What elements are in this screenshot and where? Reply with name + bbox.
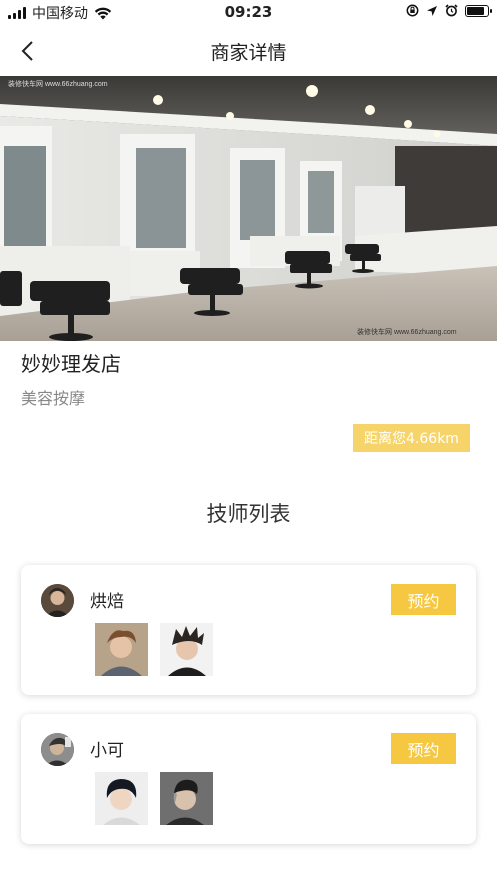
avatar <box>41 733 74 766</box>
lock-rotation-icon <box>406 4 419 17</box>
work-photo[interactable] <box>160 623 213 676</box>
technician-name: 小可 <box>90 741 124 761</box>
work-gallery <box>95 623 213 676</box>
technician-name: 烘焙 <box>90 592 124 612</box>
work-photo[interactable] <box>160 772 213 825</box>
battery-icon <box>465 4 492 17</box>
location-icon <box>427 5 437 16</box>
technician-card: 烘焙 预约 <box>21 565 476 695</box>
technician-card: 小可 预约 <box>21 714 476 844</box>
nav-bar: 商家详情 <box>0 26 497 76</box>
work-photo[interactable] <box>95 623 148 676</box>
work-photo[interactable] <box>95 772 148 825</box>
page-title: 商家详情 <box>210 42 287 64</box>
book-button[interactable]: 预约 <box>391 733 456 764</box>
alarm-icon <box>445 4 458 17</box>
book-button[interactable]: 预约 <box>391 584 456 615</box>
status-right <box>406 4 492 17</box>
status-bar: 中国移动 09:23 <box>0 0 497 26</box>
distance-badge: 距离您4.66km <box>353 424 470 452</box>
watermark-top: 装修快车网 www.66zhuang.com <box>8 79 108 88</box>
shop-name: 妙妙理发店 <box>21 352 121 376</box>
shop-photo: 装修快车网 www.66zhuang.com 装修快车网 www.66zhuan… <box>0 76 497 341</box>
watermark-bottom: 装修快车网 www.66zhuang.com <box>357 327 457 336</box>
avatar <box>41 584 74 617</box>
work-gallery <box>95 772 213 825</box>
technician-list-title: 技师列表 <box>206 502 291 526</box>
shop-category: 美容按摩 <box>21 389 86 408</box>
